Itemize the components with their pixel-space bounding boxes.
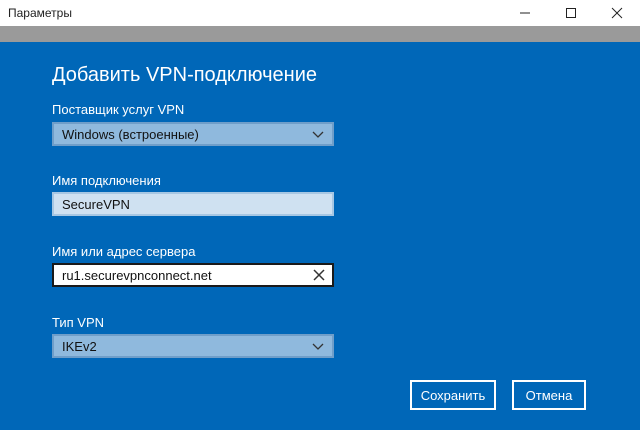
minimize-button[interactable]: [502, 0, 548, 26]
settings-background: [0, 26, 640, 42]
chevron-down-icon: [312, 343, 324, 350]
connection-name-label: Имя подключения: [52, 173, 161, 188]
vpn-type-label: Тип VPN: [52, 315, 105, 330]
minimize-icon: [520, 12, 530, 14]
title-bar: Параметры: [0, 0, 640, 26]
server-value: ru1.securevpnconnect.net: [62, 267, 212, 283]
save-button[interactable]: Сохранить: [410, 380, 496, 410]
provider-dropdown[interactable]: Windows (встроенные): [52, 122, 334, 146]
maximize-icon: [566, 8, 576, 18]
close-icon: [611, 7, 623, 19]
provider-label: Поставщик услуг VPN: [52, 102, 185, 117]
vpn-type-dropdown[interactable]: IKEv2: [52, 334, 334, 358]
clear-text-icon[interactable]: [312, 268, 326, 282]
connection-name-value: SecureVPN: [62, 196, 130, 212]
dialog-heading: Добавить VPN-подключение: [52, 64, 317, 86]
cancel-button[interactable]: Отмена: [512, 380, 586, 410]
window-title: Параметры: [8, 6, 72, 20]
server-input[interactable]: ru1.securevpnconnect.net: [52, 263, 334, 287]
connection-name-input[interactable]: SecureVPN: [52, 192, 334, 216]
maximize-button[interactable]: [548, 0, 594, 26]
server-label: Имя или адрес сервера: [52, 244, 196, 259]
add-vpn-dialog: Добавить VPN-подключение Поставщик услуг…: [0, 42, 640, 430]
provider-value: Windows (встроенные): [62, 126, 199, 142]
chevron-down-icon: [312, 131, 324, 138]
vpn-type-value: IKEv2: [62, 338, 97, 354]
close-window-button[interactable]: [594, 0, 640, 26]
